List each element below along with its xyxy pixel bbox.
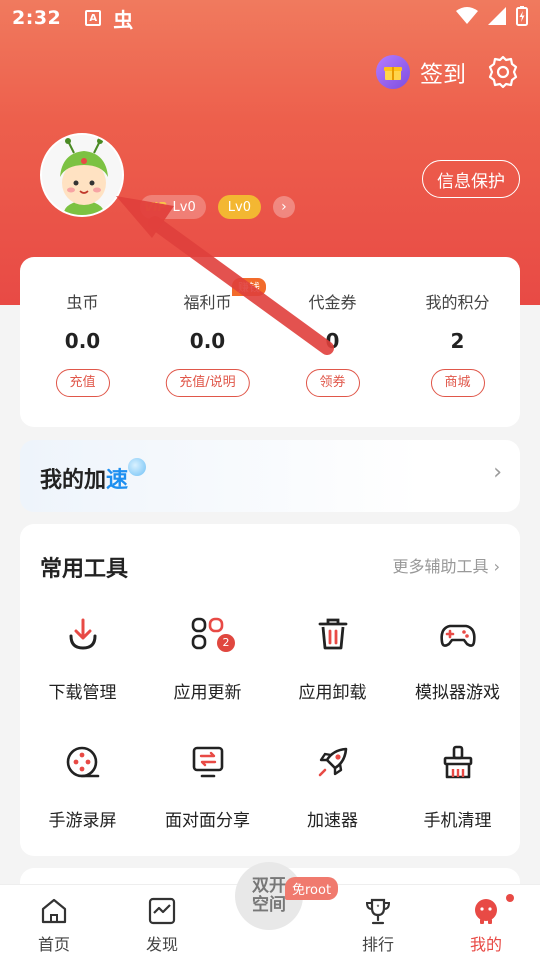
tool-label: 手机清理 (423, 811, 492, 831)
mall-button[interactable]: 商城 (430, 369, 485, 397)
home-icon (41, 898, 67, 924)
chevron-right-icon: › (493, 557, 500, 576)
vip-level-badge[interactable]: VIP Lv0 (140, 195, 206, 219)
wallet-item-title: 虫币 (66, 293, 99, 312)
tool-label: 手游录屏 (48, 811, 117, 831)
user-avatar[interactable] (40, 133, 124, 217)
film-reel-icon (66, 746, 99, 778)
my-speedup-card[interactable]: 我的加速 › (20, 440, 520, 512)
level-badges: VIP Lv0 Lv0 › (140, 195, 295, 219)
tool-label: 应用卸载 (298, 683, 367, 703)
dual-space-line1: 双开 (252, 876, 286, 896)
gift-icon (376, 55, 410, 89)
earn-money-tag: 赚钱 (232, 278, 266, 296)
wallet-item-voucher: 代金券 0 领券 (270, 257, 395, 427)
status-time: 2:32 (12, 7, 62, 29)
speedup-title: 我的加速 (40, 462, 128, 494)
recharge-button[interactable]: 充值 (55, 369, 110, 397)
tool-accelerator[interactable]: 加速器 (270, 744, 395, 831)
tab-label: 发现 (145, 935, 178, 954)
settings-gear-icon[interactable] (486, 55, 520, 89)
wallet-item-points: 我的积分 2 商城 (395, 257, 520, 427)
recharge-info-button[interactable]: 充值/说明 (165, 369, 250, 397)
speedup-title-prefix: 我的加 (40, 468, 107, 493)
wallet-item-value[interactable]: 0 (270, 329, 395, 353)
tools-section-title: 常用工具 (40, 557, 129, 582)
wallet-item-chongbi: 虫币 0.0 充值 (20, 257, 145, 427)
tool-download-manager[interactable]: 下载管理 (20, 616, 145, 703)
battery-icon (516, 6, 528, 26)
tab-discover[interactable]: 发现 (108, 895, 216, 955)
tab-label: 首页 (37, 935, 70, 954)
tool-phone-clean[interactable]: 手机清理 (395, 744, 520, 831)
dual-space-line2: 空间 (252, 895, 286, 915)
tab-home[interactable]: 首页 (0, 895, 108, 955)
download-icon (69, 618, 96, 650)
update-count-badge: 2 (217, 634, 235, 652)
wallet-item-title: 代金券 (308, 293, 357, 312)
common-tools-card: 常用工具 更多辅助工具 › 下载管理 2 应用更新 应用卸载 模拟器游戏 手游录… (20, 524, 520, 856)
tab-mine[interactable]: 我的 (432, 895, 540, 955)
notification-bug-icon: 虫 (113, 7, 134, 32)
tab-label: 排行 (361, 935, 394, 954)
tool-screen-record[interactable]: 手游录屏 (20, 744, 145, 831)
vip-tag: VIP (144, 200, 167, 214)
discover-icon (148, 897, 176, 925)
trophy-icon (365, 898, 391, 925)
share-screen-icon (192, 746, 223, 778)
wallet-item-value[interactable]: 0.0 (145, 329, 270, 353)
rocket-icon (318, 747, 347, 777)
tool-emulator-games[interactable]: 模拟器游戏 (395, 616, 520, 703)
tab-label: 我的 (469, 935, 502, 954)
speedup-bubble-icon (128, 458, 146, 476)
tool-label: 面对面分享 (165, 811, 250, 831)
more-tools-label: 更多辅助工具 (392, 557, 489, 576)
wallet-item-title: 我的积分 (425, 293, 490, 312)
brush-icon (443, 745, 472, 779)
chevron-right-icon[interactable]: › (272, 196, 295, 218)
speedup-title-accent: 速 (106, 468, 129, 493)
chevron-right-icon: › (493, 460, 502, 485)
tool-app-uninstall[interactable]: 应用卸载 (270, 616, 395, 703)
tool-face-to-face-share[interactable]: 面对面分享 (145, 744, 270, 831)
wallet-card: 虫币 0.0 充值 福利币 0.0 充值/说明 赚钱 代金券 0 领券 我的积分… (20, 257, 520, 427)
tool-label: 应用更新 (173, 683, 242, 703)
more-tools-link[interactable]: 更多辅助工具 › (392, 553, 500, 577)
tool-label: 模拟器游戏 (415, 683, 500, 703)
tool-app-update[interactable]: 2 应用更新 (145, 616, 270, 703)
notification-dot (506, 894, 514, 902)
wallet-item-value[interactable]: 2 (395, 329, 520, 353)
gamepad-icon (439, 624, 476, 647)
tool-label: 下载管理 (48, 683, 117, 703)
claim-voucher-button[interactable]: 领券 (305, 369, 360, 397)
wifi-icon (456, 7, 478, 24)
signin-label: 签到 (420, 62, 466, 88)
wallet-item-value[interactable]: 0.0 (20, 329, 145, 353)
privacy-protection-button[interactable]: 信息保护 (422, 160, 520, 198)
user-level-badge[interactable]: Lv0 (217, 195, 261, 219)
notification-a-icon: A (85, 10, 102, 26)
status-bar: 2:32 A 虫 (0, 0, 540, 36)
trash-icon (318, 618, 347, 650)
signin-button[interactable]: 签到 (376, 55, 466, 89)
signal-icon (488, 7, 506, 25)
vip-level-text: Lv0 (172, 199, 196, 215)
mine-bug-icon (475, 899, 497, 924)
tab-rank[interactable]: 排行 (324, 895, 432, 955)
free-root-badge: 免root (285, 877, 339, 900)
tool-label: 加速器 (307, 811, 358, 831)
